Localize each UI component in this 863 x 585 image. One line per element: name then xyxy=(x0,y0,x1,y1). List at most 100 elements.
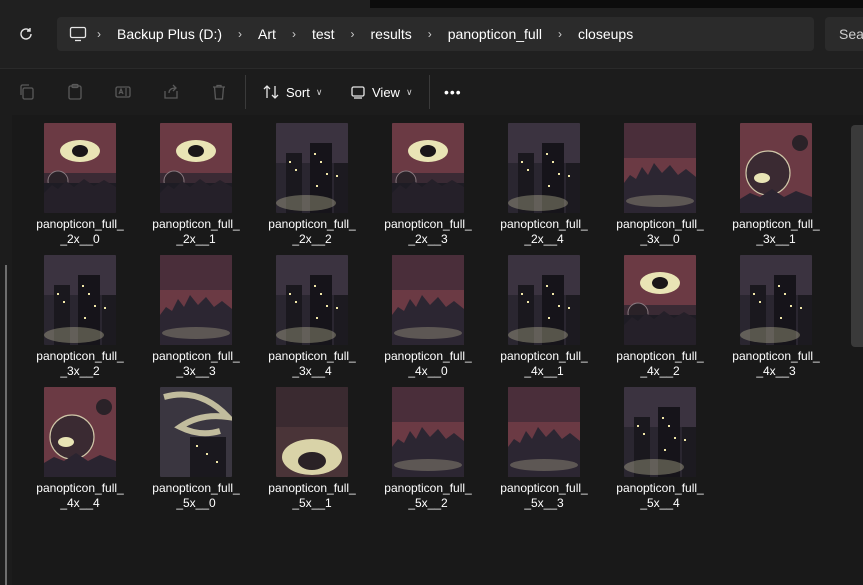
file-name-line-2: _2x__4 xyxy=(524,232,564,246)
file-item[interactable]: panopticon_full_ _2x__0 xyxy=(22,115,138,246)
nav-scroll-indicator[interactable] xyxy=(5,265,7,585)
file-name-line-2: _2x__1 xyxy=(176,232,216,246)
file-thumbnail xyxy=(392,255,464,345)
file-view: panopticon_full_ _2x__0 panopticon_full_ _2… xyxy=(0,115,863,585)
file-name-line-1: panopticon_full_ xyxy=(500,481,588,495)
toolbar-divider xyxy=(245,75,246,109)
file-name-line-1: panopticon_full_ xyxy=(616,481,704,495)
search-placeholder: Sear xyxy=(839,26,863,42)
file-item[interactable]: panopticon_full_ _3x__2 xyxy=(22,247,138,379)
file-item[interactable]: panopticon_full_ _5x__0 xyxy=(138,379,254,510)
file-thumbnail xyxy=(392,123,464,213)
file-thumbnail xyxy=(392,387,464,477)
rename-button[interactable] xyxy=(114,77,132,107)
breadcrumb-panopticon-full[interactable]: panopticon_full xyxy=(442,26,548,42)
file-name-line-2: _3x__0 xyxy=(640,232,680,246)
file-name: panopticon_full_ _3x__4 xyxy=(254,349,370,379)
file-item[interactable]: panopticon_full_ _3x__0 xyxy=(602,115,718,246)
file-thumbnail xyxy=(44,123,116,213)
file-name-line-1: panopticon_full_ xyxy=(732,217,820,231)
file-name-line-1: panopticon_full_ xyxy=(732,349,820,363)
file-item[interactable]: panopticon_full_ _5x__3 xyxy=(486,379,602,510)
file-item[interactable]: panopticon_full_ _4x__1 xyxy=(486,247,602,378)
file-name: panopticon_full_ _5x__4 xyxy=(602,481,718,511)
file-name-line-2: _3x__4 xyxy=(292,364,332,378)
file-item[interactable]: panopticon_full_ _4x__3 xyxy=(718,247,834,378)
file-item[interactable]: panopticon_full_ _4x__4 xyxy=(22,379,138,511)
file-thumbnail xyxy=(508,123,580,213)
file-item[interactable]: panopticon_full_ _2x__3 xyxy=(370,115,486,247)
file-name-line-2: _5x__4 xyxy=(640,496,680,510)
file-item[interactable]: panopticon_full_ _2x__1 xyxy=(138,115,254,247)
breadcrumb-art[interactable]: Art xyxy=(252,26,282,42)
file-name: panopticon_full_ _4x__4 xyxy=(22,481,138,511)
breadcrumb-drive[interactable]: Backup Plus (D:) xyxy=(111,26,228,42)
file-name: panopticon_full_ _5x__1 xyxy=(254,481,370,511)
file-item[interactable]: panopticon_full_ _5x__2 xyxy=(370,379,486,511)
clipboard-icon xyxy=(68,83,82,100)
file-name-line-1: panopticon_full_ xyxy=(384,217,472,231)
more-icon: ••• xyxy=(444,84,462,100)
window-caption-strip xyxy=(370,0,863,8)
file-item[interactable]: panopticon_full_ _4x__2 xyxy=(602,247,718,378)
file-name-line-2: _3x__3 xyxy=(176,364,216,378)
copy-button[interactable] xyxy=(18,77,36,107)
breadcrumb-test[interactable]: test xyxy=(306,26,341,42)
file-name-line-1: panopticon_full_ xyxy=(152,217,240,231)
delete-button[interactable] xyxy=(210,77,228,107)
more-options-button[interactable]: ••• xyxy=(444,77,462,107)
chevron-right-icon[interactable]: › xyxy=(418,27,442,41)
view-icon xyxy=(351,86,365,99)
file-name-line-1: panopticon_full_ xyxy=(268,481,356,495)
sort-icon xyxy=(263,85,279,99)
file-item[interactable]: panopticon_full_ _3x__3 xyxy=(138,247,254,379)
refresh-button[interactable] xyxy=(12,22,40,46)
scrollbar[interactable] xyxy=(851,125,863,347)
chevron-right-icon[interactable]: › xyxy=(87,27,111,41)
file-thumbnail xyxy=(160,255,232,345)
file-name-line-2: _2x__2 xyxy=(292,232,332,246)
file-name-line-1: panopticon_full_ xyxy=(152,481,240,495)
chevron-right-icon[interactable]: › xyxy=(282,27,306,41)
file-name: panopticon_full_ _3x__2 xyxy=(22,349,138,379)
trash-icon xyxy=(213,84,225,100)
file-thumbnail xyxy=(160,387,232,477)
file-name: panopticon_full_ _5x__2 xyxy=(370,481,486,511)
file-name-line-2: _5x__2 xyxy=(408,496,448,510)
file-item[interactable]: panopticon_full_ _2x__2 xyxy=(254,115,370,246)
file-thumbnail xyxy=(624,123,696,213)
file-item[interactable]: panopticon_full_ _3x__1 xyxy=(718,115,834,246)
rename-icon xyxy=(115,86,131,98)
file-thumbnail xyxy=(44,387,116,477)
file-name-line-1: panopticon_full_ xyxy=(384,481,472,495)
share-button[interactable] xyxy=(162,77,180,107)
file-name-line-1: panopticon_full_ xyxy=(616,349,704,363)
chevron-right-icon[interactable]: › xyxy=(341,27,365,41)
file-name: panopticon_full_ _3x__3 xyxy=(138,349,254,379)
file-name-line-1: panopticon_full_ xyxy=(36,349,124,363)
file-item[interactable]: panopticon_full_ _5x__4 xyxy=(602,379,718,511)
file-name: panopticon_full_ _2x__3 xyxy=(370,217,486,247)
file-name-line-1: panopticon_full_ xyxy=(36,217,124,231)
file-name-line-2: _4x__1 xyxy=(524,364,564,378)
file-item[interactable]: panopticon_full_ _4x__0 xyxy=(370,247,486,379)
breadcrumb-results[interactable]: results xyxy=(365,26,418,42)
sort-button[interactable]: Sort ∨ xyxy=(262,77,322,107)
file-name-line-1: panopticon_full_ xyxy=(500,217,588,231)
chevron-right-icon[interactable]: › xyxy=(548,27,572,41)
file-name-line-2: _5x__1 xyxy=(292,496,332,510)
chevron-right-icon[interactable]: › xyxy=(228,27,252,41)
sort-label: Sort xyxy=(286,84,310,100)
address-bar[interactable]: › Backup Plus (D:) › Art › test › result… xyxy=(57,17,814,51)
file-item[interactable]: panopticon_full_ _2x__4 xyxy=(486,115,602,246)
paste-button[interactable] xyxy=(66,77,84,107)
file-item[interactable]: panopticon_full_ _3x__4 xyxy=(254,247,370,379)
breadcrumb-closeups[interactable]: closeups xyxy=(572,26,639,42)
search-box[interactable]: Sear xyxy=(825,17,863,51)
file-name-line-1: panopticon_full_ xyxy=(384,349,472,363)
view-button[interactable]: View ∨ xyxy=(350,77,413,107)
file-name-line-2: _5x__0 xyxy=(176,496,216,510)
file-item[interactable]: panopticon_full_ _5x__1 xyxy=(254,379,370,511)
file-name: panopticon_full_ _2x__1 xyxy=(138,217,254,247)
file-name: panopticon_full_ _4x__0 xyxy=(370,349,486,379)
